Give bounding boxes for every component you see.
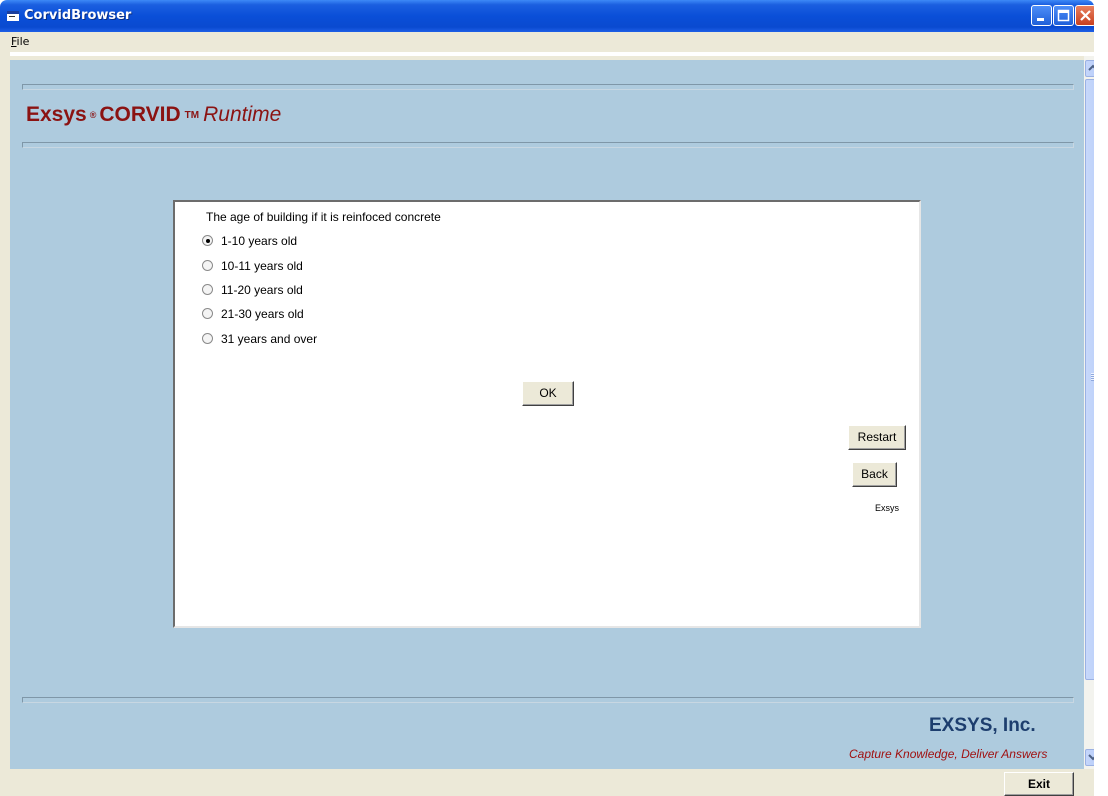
divider: [22, 84, 1074, 90]
option-label: 1-10 years old: [221, 234, 298, 248]
radio-button[interactable]: [202, 260, 213, 271]
menu-bar: File: [0, 32, 1094, 52]
option-label: 21-30 years old: [221, 307, 304, 321]
radio-button[interactable]: [202, 308, 213, 319]
restart-button[interactable]: Restart: [848, 425, 906, 450]
company-name: EXSYS, Inc.: [929, 715, 1036, 736]
logo-product: CORVID: [99, 103, 181, 126]
question-panel: The age of building if it is reinfoced c…: [173, 200, 921, 628]
title-bar[interactable]: CorvidBrowser: [0, 0, 1096, 32]
status-bar: Exit: [0, 769, 1094, 796]
window-title: CorvidBrowser: [24, 8, 132, 23]
close-button[interactable]: [1075, 5, 1096, 26]
trademark-mark: TM: [184, 109, 200, 121]
content-area: Exsys ® CORVID TM Runtime The age of buildin…: [10, 56, 1084, 769]
option-label: 10-11 years old: [221, 259, 303, 273]
back-button[interactable]: Back: [852, 462, 897, 487]
menu-file[interactable]: File: [11, 35, 29, 48]
radio-button[interactable]: [202, 333, 213, 344]
option-label: 31 years and over: [221, 332, 318, 346]
registered-mark: ®: [89, 110, 97, 121]
ok-button[interactable]: OK: [522, 381, 574, 406]
minimize-button[interactable]: [1031, 5, 1052, 26]
product-logo: Exsys ® CORVID TM Runtime: [26, 103, 281, 127]
option-label: 11-20 years old: [221, 283, 303, 297]
logo-brand: Exsys: [26, 103, 87, 126]
question-prompt: The age of building if it is reinfoced c…: [206, 210, 441, 224]
logo-runtime: Runtime: [203, 103, 282, 126]
exit-button[interactable]: Exit: [1004, 772, 1074, 796]
window-edge: [1094, 0, 1108, 796]
app-icon: [6, 9, 20, 23]
radio-button[interactable]: [202, 284, 213, 295]
divider: [22, 697, 1074, 703]
company-tagline: Capture Knowledge, Deliver Answers: [849, 747, 1048, 761]
radio-button[interactable]: [202, 235, 213, 246]
divider: [22, 142, 1074, 148]
exsys-credit: Exsys: [875, 503, 900, 513]
maximize-button[interactable]: [1053, 5, 1074, 26]
frame-border: [0, 52, 10, 770]
